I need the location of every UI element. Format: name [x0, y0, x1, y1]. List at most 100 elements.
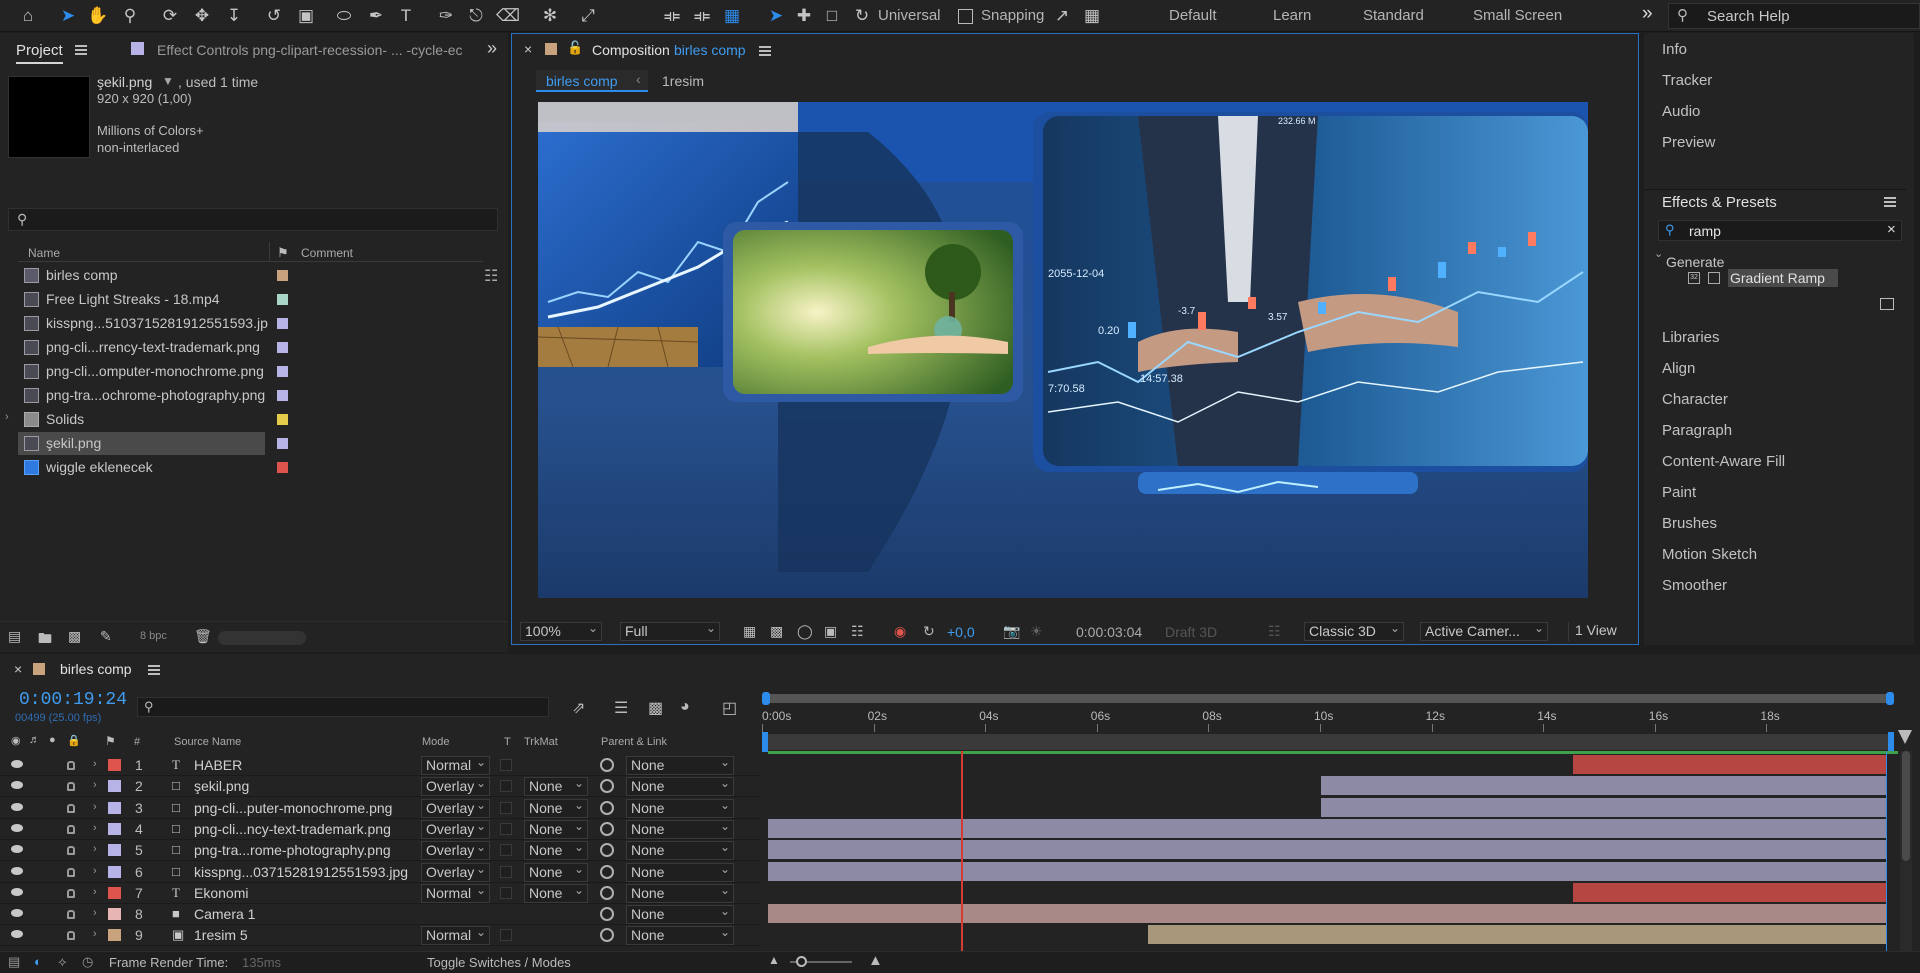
3d-move-icon[interactable]: ✚ — [792, 4, 816, 28]
timeline-tab[interactable]: birles comp — [60, 661, 132, 677]
comp-tab-prefix[interactable]: Composition — [592, 42, 670, 58]
layer-name[interactable]: Ekonomi — [194, 885, 248, 901]
expand-arrow-icon[interactable]: › — [93, 865, 97, 877]
new-preset-icon[interactable] — [1880, 298, 1894, 310]
preserve-transparency-checkbox[interactable] — [500, 929, 512, 942]
track-matte-dropdown[interactable]: None — [524, 862, 588, 882]
lock-column-icon[interactable]: 🔒 — [67, 734, 81, 747]
puppet-pin-icon[interactable]: ⤢ — [576, 4, 600, 28]
effects-search-input[interactable]: ⚲ ramp × — [1658, 220, 1902, 241]
visibility-eye-icon[interactable] — [11, 866, 23, 875]
project-item[interactable]: png-cli...rrency-text-trademark.png — [18, 336, 483, 359]
track-matte-dropdown[interactable]: None — [524, 819, 588, 839]
layer-row[interactable]: › 4 □ png-cli...ncy-text-trademark.png Overl… — [0, 819, 760, 840]
label-column-icon[interactable]: ⚑ — [277, 245, 289, 261]
expand-arrow-icon[interactable]: › — [93, 758, 97, 770]
mask-visibility-icon[interactable]: ◯ — [797, 623, 813, 640]
layer-switches-icon[interactable]: ▤ — [8, 954, 20, 970]
region-of-interest-icon[interactable]: ▣ — [824, 623, 837, 640]
visibility-eye-icon[interactable] — [11, 781, 23, 790]
home-icon[interactable]: ⌂ — [16, 4, 40, 28]
label-color-swatch[interactable] — [277, 462, 288, 473]
panel-character[interactable]: Character — [1662, 391, 1728, 408]
shy-layers-icon[interactable]: ▩ — [648, 698, 663, 718]
navigator-start-handle[interactable] — [762, 732, 768, 752]
lock-icon[interactable] — [67, 782, 75, 792]
effects-menu-icon[interactable] — [1884, 197, 1896, 207]
preserve-transparency-checkbox[interactable] — [500, 844, 512, 857]
resolution-dropdown[interactable]: Full — [620, 622, 720, 641]
zoom-slider-thumb[interactable] — [796, 956, 807, 967]
panel-paragraph[interactable]: Paragraph — [1662, 422, 1732, 439]
project-item[interactable]: birles comp — [18, 264, 483, 287]
project-item[interactable]: png-cli...omputer-monochrome.png — [18, 360, 483, 383]
graph-editor-icon[interactable]: ◰ — [722, 698, 737, 718]
layer-row[interactable]: › 5 □ png-tra...rome-photography.png Overlay… — [0, 840, 760, 862]
layer-duration-bar[interactable] — [768, 861, 1886, 881]
hand-icon[interactable]: ✋ — [86, 4, 110, 28]
pick-whip-icon[interactable] — [600, 907, 614, 922]
lock-icon[interactable] — [67, 910, 75, 920]
panel-tracker[interactable]: Tracker — [1662, 72, 1712, 89]
blend-mode-dropdown[interactable]: Normal — [421, 883, 490, 903]
draft-3d-icon[interactable]: ☰ — [614, 698, 628, 718]
label-color-swatch[interactable] — [277, 318, 288, 329]
label-color-swatch[interactable] — [277, 294, 288, 305]
new-comp-icon[interactable]: ▩ — [68, 628, 81, 645]
blend-mode-dropdown[interactable]: Overlay — [421, 777, 490, 797]
3d-scale-icon[interactable]: □ — [820, 4, 844, 28]
ellipse-icon[interactable]: ⬭ — [332, 4, 356, 28]
layer-duration-bar[interactable] — [768, 818, 1886, 838]
anchor-icon[interactable]: ▣ — [294, 4, 318, 28]
zoom-icon[interactable]: ⚲ — [118, 4, 142, 28]
eraser-icon[interactable]: ⌫ — [496, 4, 520, 28]
frame-blending-icon[interactable]: ◕ — [680, 698, 690, 716]
workspace-small-screen[interactable]: Small Screen — [1473, 7, 1562, 24]
expand-arrow-icon[interactable]: › — [5, 411, 9, 423]
project-search-input[interactable]: ⚲ — [8, 208, 498, 231]
label-color-swatch[interactable] — [277, 270, 288, 281]
layer-duration-bar[interactable] — [768, 904, 1886, 924]
pick-whip-icon[interactable] — [600, 800, 614, 815]
reset-exposure-icon[interactable]: ↻ — [923, 623, 935, 640]
work-area-bar[interactable] — [762, 694, 1894, 703]
exposure-value[interactable]: +0,0 — [947, 624, 975, 640]
pen-icon[interactable]: ✒ — [364, 4, 388, 28]
toggle-switches-modes[interactable]: Toggle Switches / Modes — [427, 955, 571, 970]
3d-select-icon[interactable]: ➤ — [764, 4, 788, 28]
camera-dropdown[interactable]: Active Camer... — [1420, 622, 1548, 641]
panel-brushes[interactable]: Brushes — [1662, 515, 1717, 532]
layer-row[interactable]: › 7 T Ekonomi Normal None None — [0, 883, 760, 904]
col-name[interactable]: Name — [28, 246, 60, 260]
time-navigator-track[interactable] — [762, 734, 1894, 750]
show-snapshot-icon[interactable]: ☀ — [1030, 623, 1043, 640]
track-matte-dropdown[interactable]: None — [524, 777, 588, 797]
layer-row[interactable]: › 1 T HABER Normal None — [0, 755, 760, 776]
layer-duration-bar[interactable] — [1572, 882, 1886, 902]
layer-name[interactable]: HABER — [194, 757, 242, 773]
visibility-eye-icon[interactable] — [11, 823, 23, 832]
label-color-swatch[interactable] — [277, 342, 288, 353]
close-icon[interactable]: × — [524, 41, 532, 57]
parent-dropdown[interactable]: None — [626, 883, 734, 903]
transparency-grid-icon[interactable]: ▩ — [770, 623, 783, 640]
pick-whip-icon[interactable] — [600, 758, 614, 772]
parent-dropdown[interactable]: None — [626, 841, 734, 861]
layer-label-swatch[interactable] — [108, 801, 121, 814]
blend-mode-dropdown[interactable]: Overlay — [421, 819, 490, 839]
dolly-icon[interactable]: ↧ — [222, 4, 246, 28]
layer-name[interactable]: 1resim 5 — [194, 927, 248, 943]
scrollbar-thumb[interactable] — [1902, 751, 1910, 861]
comp-menu-icon[interactable] — [759, 46, 771, 56]
pick-whip-icon[interactable] — [600, 779, 614, 794]
draft-3d-toggle[interactable]: Draft 3D — [1165, 624, 1217, 640]
timeline-search-input[interactable]: ⚲ — [137, 697, 549, 717]
visibility-eye-icon[interactable] — [11, 802, 23, 811]
panel-content-aware-fill[interactable]: Content-Aware Fill — [1662, 453, 1785, 470]
expand-arrow-icon[interactable]: › — [93, 801, 97, 813]
pick-whip-icon[interactable] — [600, 885, 614, 900]
rotate-icon[interactable]: ↺ — [262, 4, 286, 28]
pick-whip-icon[interactable] — [600, 864, 614, 879]
tab-project[interactable]: Project — [16, 42, 63, 64]
layer-duration-bar[interactable] — [1148, 925, 1886, 945]
